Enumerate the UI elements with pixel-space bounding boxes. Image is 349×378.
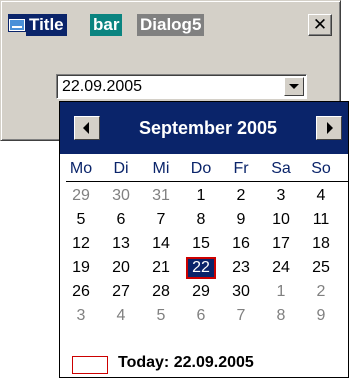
calendar-day[interactable]: 13 — [106, 233, 136, 255]
calendar-day[interactable]: 14 — [146, 233, 176, 255]
calendar-day[interactable]: 16 — [226, 233, 256, 255]
arrow-left-icon — [83, 122, 89, 134]
calendar-day[interactable]: 9 — [306, 305, 336, 327]
calendar-day[interactable]: 17 — [266, 233, 296, 255]
calendar-day[interactable]: 4 — [306, 185, 336, 207]
calendar-day[interactable]: 8 — [266, 305, 296, 327]
calendar-day[interactable]: 1 — [266, 281, 296, 303]
calendar-day[interactable]: 9 — [226, 209, 256, 231]
title-bar[interactable]: Title bar Dialog5 ✕ — [5, 5, 336, 39]
calendar-day[interactable]: 3 — [266, 185, 296, 207]
prev-month-button[interactable] — [74, 116, 100, 140]
close-icon: ✕ — [312, 15, 328, 34]
today-row[interactable]: Today: 22.09.2005 — [60, 352, 348, 374]
dropdown-button[interactable] — [284, 77, 304, 96]
next-month-button[interactable] — [316, 116, 342, 140]
calendar-day[interactable]: 2 — [226, 185, 256, 207]
calendar-day[interactable]: 30 — [106, 185, 136, 207]
title-text-part-3: Dialog5 — [137, 14, 205, 36]
calendar-day-selected[interactable]: 22 — [186, 257, 216, 279]
calendar-day[interactable]: 28 — [146, 281, 176, 303]
dropdown-arrow-icon — [289, 84, 299, 89]
close-button[interactable]: ✕ — [308, 14, 332, 36]
calendar-day[interactable]: 7 — [146, 209, 176, 231]
calendar-day[interactable]: 21 — [146, 257, 176, 279]
screen: Title bar Dialog5 ✕ 22.09.2005 September… — [0, 0, 349, 378]
calendar-day[interactable]: 6 — [186, 305, 216, 327]
weekday-header: Do — [190, 160, 212, 177]
calendar-day[interactable]: 25 — [306, 257, 336, 279]
calendar-day[interactable]: 8 — [186, 209, 216, 231]
calendar-popup: September 2005 Mo Di Mi Do Fr Sa So 29 30 31 1 2 3 4… — [59, 101, 349, 378]
calendar-day[interactable]: 15 — [186, 233, 216, 255]
title-text-part-1: Title — [26, 14, 67, 36]
weekday-header: Di — [113, 160, 129, 177]
window-icon — [8, 14, 26, 32]
calendar-day[interactable]: 6 — [106, 209, 136, 231]
today-label: Today: 22.09.2005 — [118, 354, 254, 371]
calendar-day[interactable]: 7 — [226, 305, 256, 327]
calendar-day[interactable]: 29 — [66, 185, 96, 207]
calendar-day[interactable]: 10 — [266, 209, 296, 231]
calendar-day[interactable]: 18 — [306, 233, 336, 255]
arrow-right-icon — [327, 122, 333, 134]
weekday-header-row: Mo Di Mi Do Fr Sa So — [60, 158, 348, 180]
calendar-day[interactable]: 20 — [106, 257, 136, 279]
calendar-day[interactable]: 5 — [66, 209, 96, 231]
weekday-divider — [66, 181, 348, 182]
today-marker-icon — [72, 356, 108, 374]
calendar-day[interactable]: 4 — [106, 305, 136, 327]
weekday-header: Fr — [233, 160, 249, 177]
calendar-day[interactable]: 2 — [306, 281, 336, 303]
date-picker-field[interactable]: 22.09.2005 — [56, 74, 307, 99]
weekday-header: Mi — [152, 160, 170, 177]
weekday-header: Mo — [69, 160, 93, 177]
weekday-header: So — [311, 160, 331, 177]
date-value: 22.09.2005 — [62, 78, 143, 95]
calendar-day[interactable]: 27 — [106, 281, 136, 303]
calendar-day[interactable]: 1 — [186, 185, 216, 207]
calendar-day[interactable]: 30 — [226, 281, 256, 303]
calendar-day[interactable]: 12 — [66, 233, 96, 255]
month-year-label[interactable]: September 2005 — [106, 116, 310, 140]
calendar-day[interactable]: 24 — [266, 257, 296, 279]
calendar-day[interactable]: 23 — [226, 257, 256, 279]
calendar-day[interactable]: 26 — [66, 281, 96, 303]
calendar-day[interactable]: 19 — [66, 257, 96, 279]
calendar-day[interactable]: 3 — [66, 305, 96, 327]
calendar-day[interactable]: 31 — [146, 185, 176, 207]
calendar-day[interactable]: 29 — [186, 281, 216, 303]
calendar-header: September 2005 — [60, 102, 348, 154]
weekday-header: Sa — [271, 160, 291, 177]
calendar-day[interactable]: 5 — [146, 305, 176, 327]
calendar-day[interactable]: 11 — [306, 209, 336, 231]
title-text-part-2: bar — [90, 14, 123, 36]
